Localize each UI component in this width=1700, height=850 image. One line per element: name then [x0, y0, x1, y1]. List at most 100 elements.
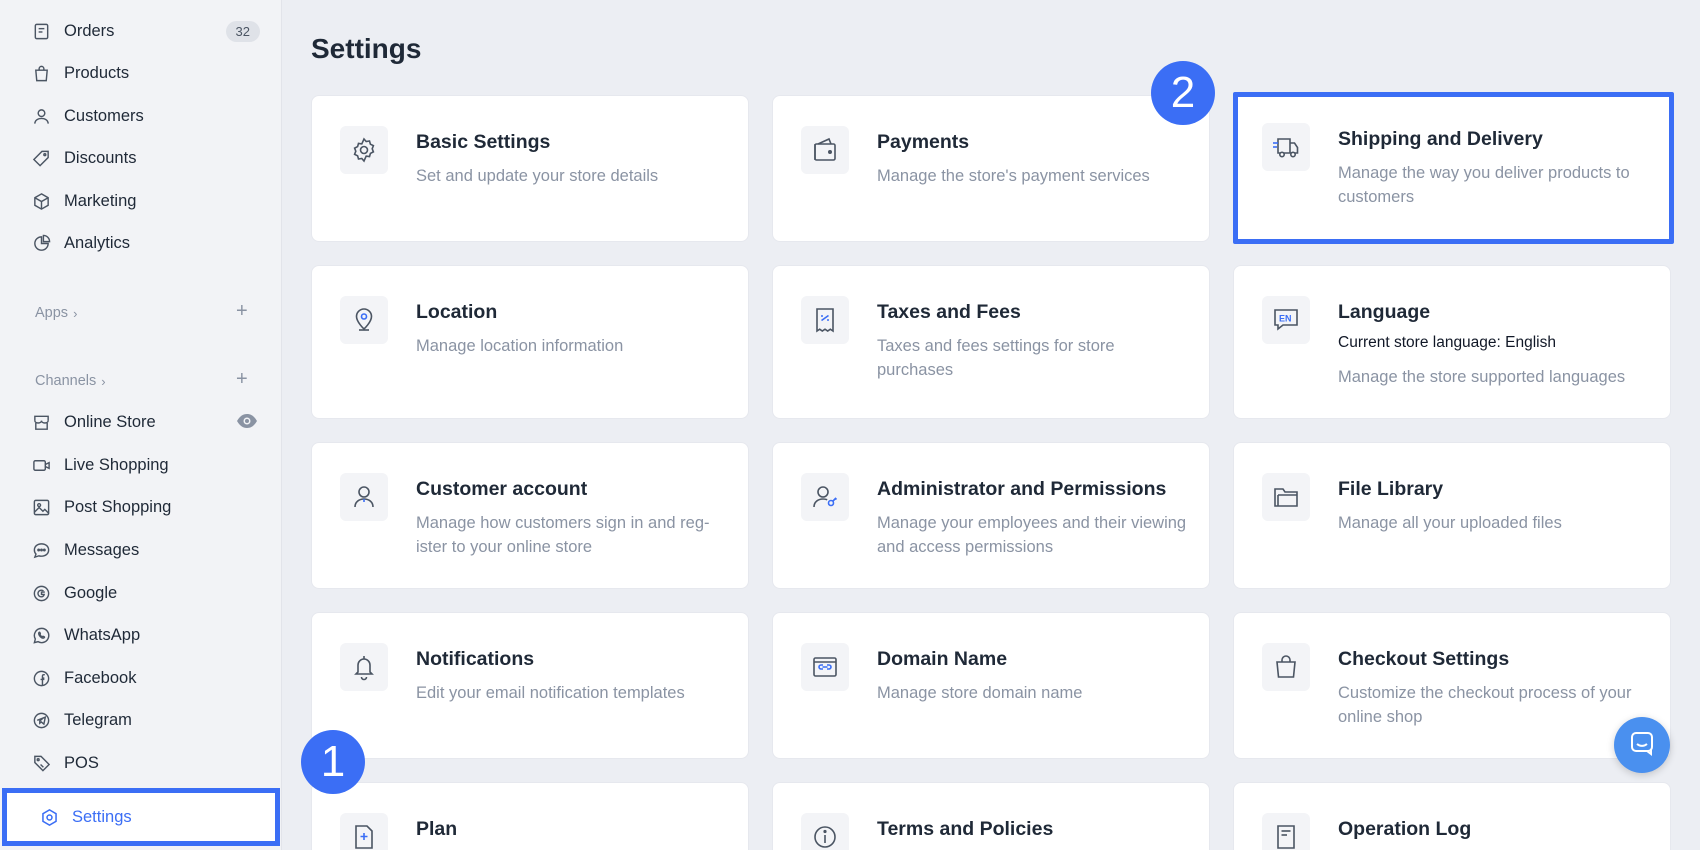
language-en-icon: EN — [1262, 296, 1310, 344]
card-title: Language — [1338, 301, 1431, 323]
sidebar-item-telegram[interactable]: Telegram — [30, 704, 260, 736]
image-icon — [30, 496, 52, 518]
card-description: Taxes and fees settings for store purcha… — [877, 337, 1115, 379]
sidebar-item-google[interactable]: Google — [30, 577, 260, 609]
sidebar: Orders 32 Products Customers Discounts M… — [0, 0, 282, 850]
settings-card-checkout[interactable]: Checkout Settings Customize the checkout… — [1233, 612, 1671, 759]
sidebar-item-analytics[interactable]: Analytics — [30, 227, 260, 259]
chat-launcher-button[interactable] — [1614, 717, 1670, 773]
card-title: Plan — [416, 818, 458, 840]
settings-card-customer-account[interactable]: Customer account Manage how customers si… — [311, 442, 749, 589]
settings-card-taxes[interactable]: Taxes and Fees Taxes and fees settings f… — [772, 265, 1210, 419]
card-description: Manage all your uploaded files — [1338, 514, 1562, 532]
card-description: Manage how customers sign in and reg­ist… — [416, 514, 710, 556]
sidebar-item-pos[interactable]: POS — [30, 747, 260, 779]
settings-hexagon-icon — [38, 806, 60, 828]
sidebar-item-label: Products — [64, 63, 130, 82]
channels-header-label: Channels — [35, 373, 97, 389]
sidebar-item-marketing[interactable]: Marketing — [30, 185, 260, 217]
settings-card-basic[interactable]: Basic Settings Set and update your store… — [311, 95, 749, 242]
pos-tag-icon — [30, 752, 52, 774]
chevron-right-icon: › — [101, 373, 106, 389]
sidebar-item-facebook[interactable]: Facebook — [30, 662, 260, 694]
whatsapp-icon — [30, 624, 52, 646]
sidebar-item-online-store[interactable]: Online Store — [30, 406, 260, 438]
sidebar-item-customers[interactable]: Customers — [30, 100, 260, 132]
apps-section-header[interactable]: Apps › — [35, 305, 77, 321]
shopping-bag-icon — [30, 62, 52, 84]
apps-header-label: Apps — [35, 305, 69, 321]
page-title: Settings — [311, 33, 422, 64]
card-description: Set and update your store details — [416, 167, 659, 185]
sidebar-item-label: Google — [64, 583, 118, 602]
add-channel-plus-icon[interactable]: + — [236, 368, 248, 391]
card-title: Notifications — [416, 648, 535, 670]
sidebar-item-label: Live Shopping — [64, 455, 169, 474]
delivery-truck-icon — [1262, 123, 1310, 171]
settings-card-shipping[interactable]: Shipping and Delivery Manage the way you… — [1233, 92, 1674, 244]
settings-card-language[interactable]: EN Language Current store language: Engl… — [1233, 265, 1671, 419]
person-icon — [30, 105, 52, 127]
sidebar-item-label: Facebook — [64, 668, 137, 687]
card-title: Shipping and Delivery — [1338, 128, 1543, 150]
card-title: Domain Name — [877, 648, 1008, 670]
card-title: Payments — [877, 131, 970, 153]
card-title: Location — [416, 301, 498, 323]
settings-card-file-library[interactable]: File Library Manage all your uploaded fi… — [1233, 442, 1671, 589]
sidebar-item-orders[interactable]: Orders 32 — [30, 15, 260, 47]
step-marker-1: 1 — [301, 730, 365, 794]
card-title: Customer account — [416, 478, 588, 500]
google-icon — [30, 582, 52, 604]
card-description: Manage the way you deliver products to c… — [1338, 164, 1630, 206]
svg-text:EN: EN — [1279, 314, 1292, 324]
sidebar-item-label: Messages — [64, 540, 140, 559]
chat-bubble-icon — [30, 539, 52, 561]
settings-card-notifications[interactable]: Notifications Edit your email notificati… — [311, 612, 749, 759]
card-description: Customize the checkout process of your o… — [1338, 684, 1632, 726]
sidebar-item-live-shopping[interactable]: Live Shopping — [30, 449, 260, 481]
eye-icon[interactable] — [236, 412, 258, 435]
settings-card-payments[interactable]: Payments Manage the store's payment serv… — [772, 95, 1210, 242]
chevron-right-icon: › — [73, 305, 78, 321]
wallet-icon — [801, 126, 849, 174]
settings-card-location[interactable]: Location Manage location information — [311, 265, 749, 419]
card-description: Manage store domain name — [877, 684, 1083, 702]
settings-card-operation-log[interactable]: Operation Log — [1233, 782, 1671, 850]
sidebar-item-whatsapp[interactable]: WhatsApp — [30, 619, 260, 651]
orders-icon — [30, 20, 52, 42]
sidebar-item-label: Telegram — [64, 710, 132, 729]
card-description: Manage location information — [416, 337, 624, 355]
card-title: Administrator and Permissions — [877, 478, 1167, 500]
bell-icon — [340, 643, 388, 691]
telegram-icon — [30, 709, 52, 731]
settings-card-domain[interactable]: Domain Name Manage store domain name — [772, 612, 1210, 759]
facebook-icon — [30, 667, 52, 689]
sidebar-item-label: WhatsApp — [64, 625, 141, 644]
channels-section-header[interactable]: Channels › — [35, 373, 106, 389]
receipt-percent-icon — [801, 296, 849, 344]
sidebar-item-label: Marketing — [64, 191, 137, 210]
card-description: Edit your email notification templates — [416, 684, 685, 702]
info-icon — [801, 813, 849, 850]
add-app-plus-icon[interactable]: + — [236, 300, 248, 323]
card-title: Basic Settings — [416, 131, 551, 153]
orders-count-badge: 32 — [225, 20, 260, 42]
video-camera-icon — [30, 454, 52, 476]
sidebar-item-products[interactable]: Products — [30, 57, 260, 89]
settings-card-terms[interactable]: Terms and Policies — [772, 782, 1210, 850]
sidebar-item-discounts[interactable]: Discounts — [30, 142, 260, 174]
card-title: Checkout Settings — [1338, 648, 1510, 670]
card-title: File Library — [1338, 478, 1444, 500]
sidebar-item-messages[interactable]: Messages — [30, 534, 260, 566]
sidebar-item-label: POS — [64, 753, 99, 772]
settings-card-plan[interactable]: Plan — [311, 782, 749, 850]
settings-card-admin[interactable]: Administrator and Permissions Manage you… — [772, 442, 1210, 589]
sidebar-item-label: Analytics — [64, 233, 131, 252]
storefront-icon — [30, 411, 52, 433]
sidebar-item-label: Online Store — [64, 412, 156, 431]
sidebar-item-settings[interactable]: Settings — [2, 788, 280, 846]
user-key-icon — [801, 473, 849, 521]
card-description: Manage your employees and their view­ing… — [877, 514, 1187, 556]
sidebar-item-post-shopping[interactable]: Post Shopping — [30, 491, 260, 523]
log-document-icon — [1262, 813, 1310, 850]
